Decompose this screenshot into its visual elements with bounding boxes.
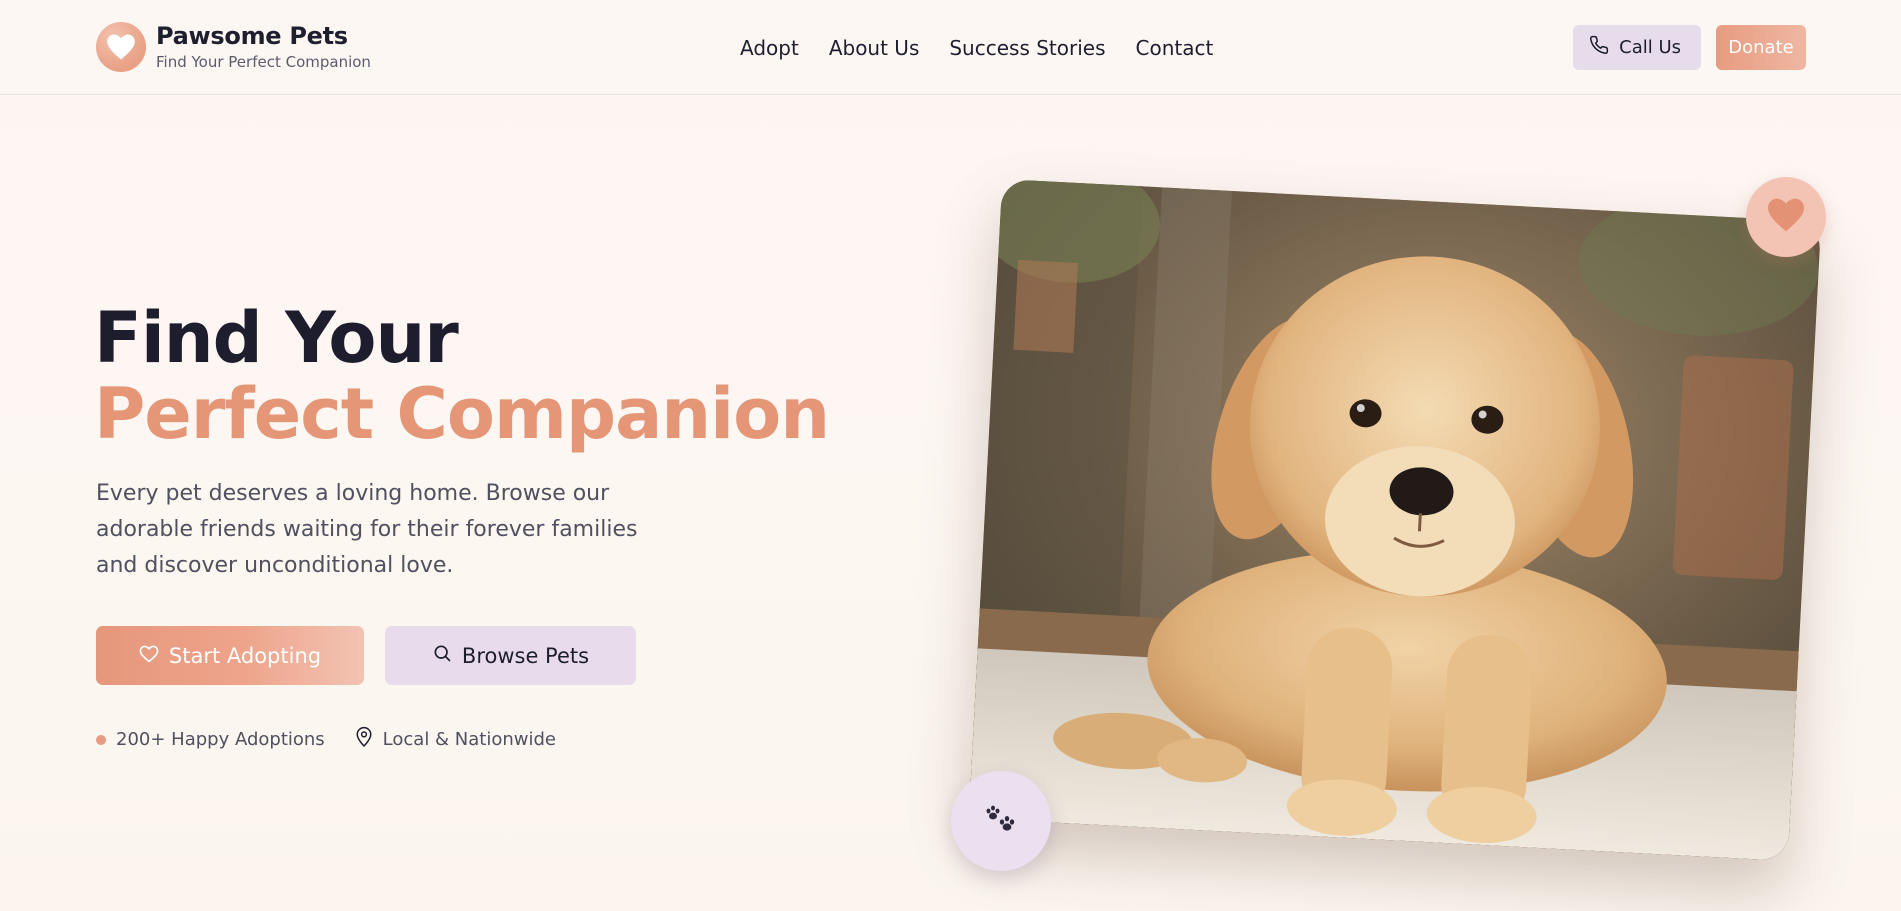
happy-adoptions-stat: 200+ Happy Adoptions [96, 729, 325, 750]
pet-photo-card [968, 178, 1822, 862]
paw-badge [951, 771, 1051, 871]
header-actions: Call Us Donate [1573, 25, 1806, 70]
browse-pets-label: Browse Pets [461, 643, 590, 668]
phone-icon [1589, 35, 1609, 60]
browse-pets-button[interactable]: Browse Pets [385, 626, 636, 685]
coverage-stat: Local & Nationwide [355, 726, 556, 753]
puppy-photo [968, 178, 1822, 862]
happy-adoptions-label: 200+ Happy Adoptions [116, 729, 325, 750]
heart-icon [96, 22, 146, 72]
dot-icon [96, 734, 106, 745]
hero-title: Find Your Perfect Companion [94, 297, 830, 455]
main-nav: Adopt About Us Success Stories Contact [740, 33, 1213, 63]
hero-title-line-1: Find Your [94, 297, 459, 379]
nav-item-success-stories[interactable]: Success Stories [949, 33, 1105, 63]
heart-outline-icon [139, 644, 159, 668]
nav-item-contact[interactable]: Contact [1136, 33, 1214, 63]
brand-name: Pawsome Pets [156, 22, 348, 50]
nav-item-adopt[interactable]: Adopt [740, 33, 799, 63]
heart-icon [1766, 197, 1806, 237]
call-us-label: Call Us [1619, 37, 1681, 58]
nav-item-about-us[interactable]: About Us [829, 33, 920, 63]
brand-tagline: Find Your Perfect Companion [156, 53, 371, 71]
call-us-button[interactable]: Call Us [1573, 25, 1701, 70]
donate-button[interactable]: Donate [1716, 25, 1806, 70]
hero-title-line-2: Perfect Companion [94, 373, 830, 455]
paw-icon [984, 804, 1018, 838]
logo[interactable]: Pawsome Pets Find Your Perfect Companion [96, 22, 371, 72]
coverage-label: Local & Nationwide [382, 729, 557, 750]
favorite-badge[interactable] [1746, 177, 1826, 257]
hero-buttons: Start Adopting Browse Pets [96, 626, 636, 685]
site-header: Pawsome Pets Find Your Perfect Companion… [0, 0, 1901, 95]
search-icon [432, 643, 452, 668]
hero-meta: 200+ Happy Adoptions Local & Nationwide [96, 726, 556, 753]
start-adopting-label: Start Adopting [168, 643, 322, 668]
map-pin-icon [355, 726, 373, 753]
hero-description: Every pet deserves a loving home. Browse… [96, 481, 638, 578]
start-adopting-button[interactable]: Start Adopting [96, 626, 364, 685]
